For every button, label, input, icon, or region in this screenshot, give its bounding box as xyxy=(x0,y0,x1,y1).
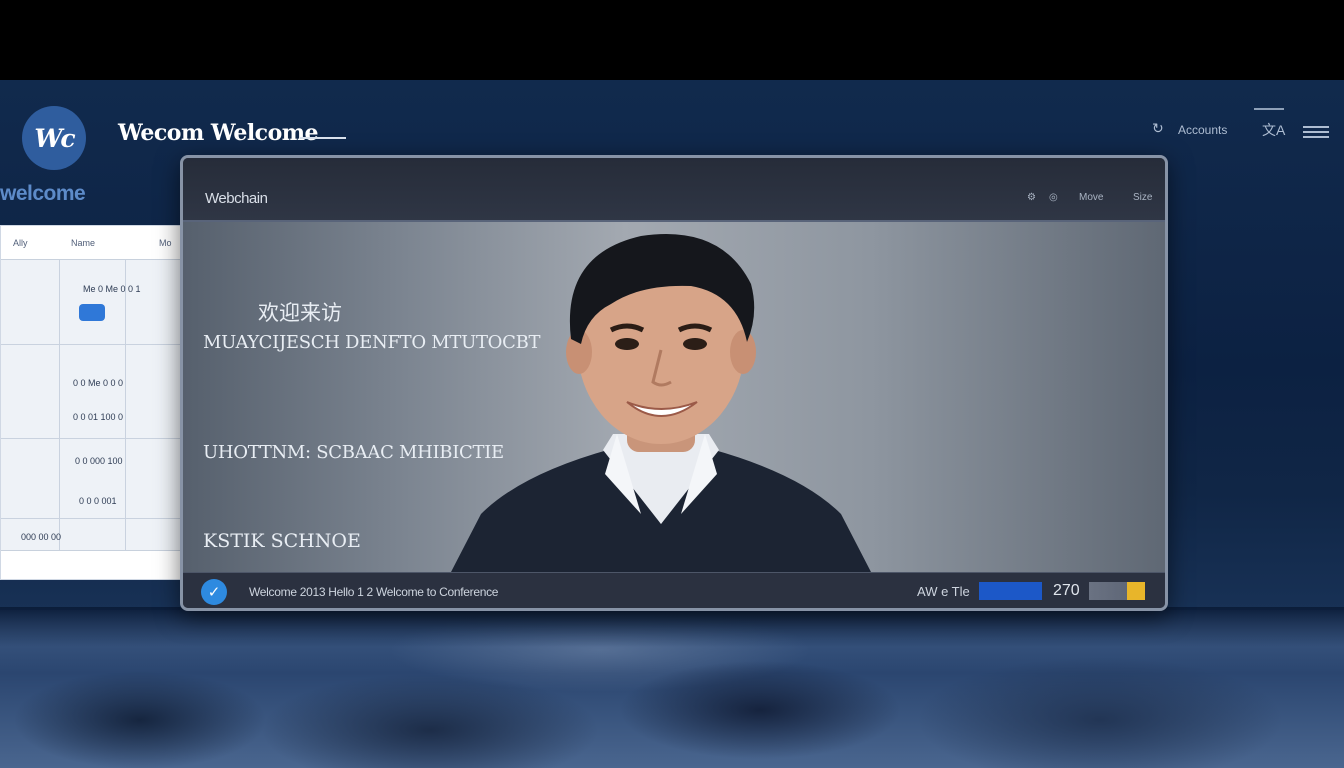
app-logo[interactable]: Wc xyxy=(22,106,86,170)
background-spreadsheet[interactable]: Ally Name Mo Me 0 Me 0 0 1 0 0 Me 0 0 0 … xyxy=(0,225,190,580)
table-cell: 0 0 01 100 0 xyxy=(73,412,124,422)
column-header: Name xyxy=(71,238,96,248)
participant-count: 270 xyxy=(1053,582,1080,599)
sheet-header: Ally Name Mo xyxy=(1,226,189,260)
call-status-bar: ✓ Welcome 2013 Hello 1 2 Welcome to Conf… xyxy=(183,572,1165,608)
table-cell: 0 0 Me 0 0 0 xyxy=(73,378,124,388)
app-backdrop: Wc Wecom Welcome welcome ↻ Accounts 文A A… xyxy=(0,80,1344,768)
checkmark-icon[interactable]: ✓ xyxy=(201,579,227,605)
window-title-bar[interactable]: Webchain ⚙ ◎ Move Size xyxy=(183,158,1165,222)
column-header: Ally xyxy=(13,238,28,248)
audio-meter-fill xyxy=(1127,582,1145,600)
video-call-window[interactable]: Webchain ⚙ ◎ Move Size 欢迎来访 MUAYCIJESCH … xyxy=(180,155,1168,611)
size-button[interactable]: Size xyxy=(1133,192,1152,203)
record-icon[interactable]: ◎ xyxy=(1049,192,1058,203)
header-indicator xyxy=(1254,108,1284,110)
app-title: Wecom Welcome xyxy=(118,120,319,146)
call-info-text: Welcome 2013 Hello 1 2 Welcome to Confer… xyxy=(249,585,499,599)
call-level-bar[interactable] xyxy=(979,582,1042,600)
menu-icon[interactable] xyxy=(1303,126,1329,138)
audio-meter[interactable] xyxy=(1089,582,1145,600)
table-cell: 0 0 0 001 xyxy=(79,496,117,506)
app-subtitle: welcome xyxy=(0,182,86,205)
sheet-footer xyxy=(1,550,189,579)
video-feed[interactable]: 欢迎来访 MUAYCIJESCH DENFTO MTUTOCBT UHOTTNM… xyxy=(183,222,1165,572)
top-black-bar xyxy=(0,0,1344,80)
video-caption-line: MUAYCIJESCH DENFTO MTUTOCBT xyxy=(203,332,541,353)
title-underline xyxy=(300,137,346,139)
column-header: Mo xyxy=(159,238,172,248)
call-level-label: AW e Tle xyxy=(917,584,970,599)
account-link[interactable]: Accounts xyxy=(1178,123,1227,137)
table-cell: 0 0 000 100 xyxy=(75,456,123,466)
participant-video-image xyxy=(451,234,871,572)
window-controls: ⚙ ◎ Move Size xyxy=(1027,192,1157,208)
video-caption-line: UHOTTNM: SCBAAC MHIBICTIE xyxy=(203,442,504,463)
move-button[interactable]: Move xyxy=(1079,192,1103,203)
refresh-icon[interactable]: ↻ xyxy=(1152,120,1164,137)
video-caption-title: 欢迎来访 xyxy=(258,302,342,325)
settings-icon[interactable]: ⚙ xyxy=(1027,192,1036,203)
video-caption-faded: KSTIK SCHNOE xyxy=(203,530,361,552)
language-icon[interactable]: 文A xyxy=(1262,120,1285,140)
table-cell: Me 0 Me 0 0 1 xyxy=(83,284,141,294)
backdrop-fade xyxy=(0,607,1344,647)
table-cell: 000 00 00 xyxy=(21,532,62,542)
sheet-action-button[interactable] xyxy=(79,304,105,321)
window-title: Webchain xyxy=(205,190,268,207)
